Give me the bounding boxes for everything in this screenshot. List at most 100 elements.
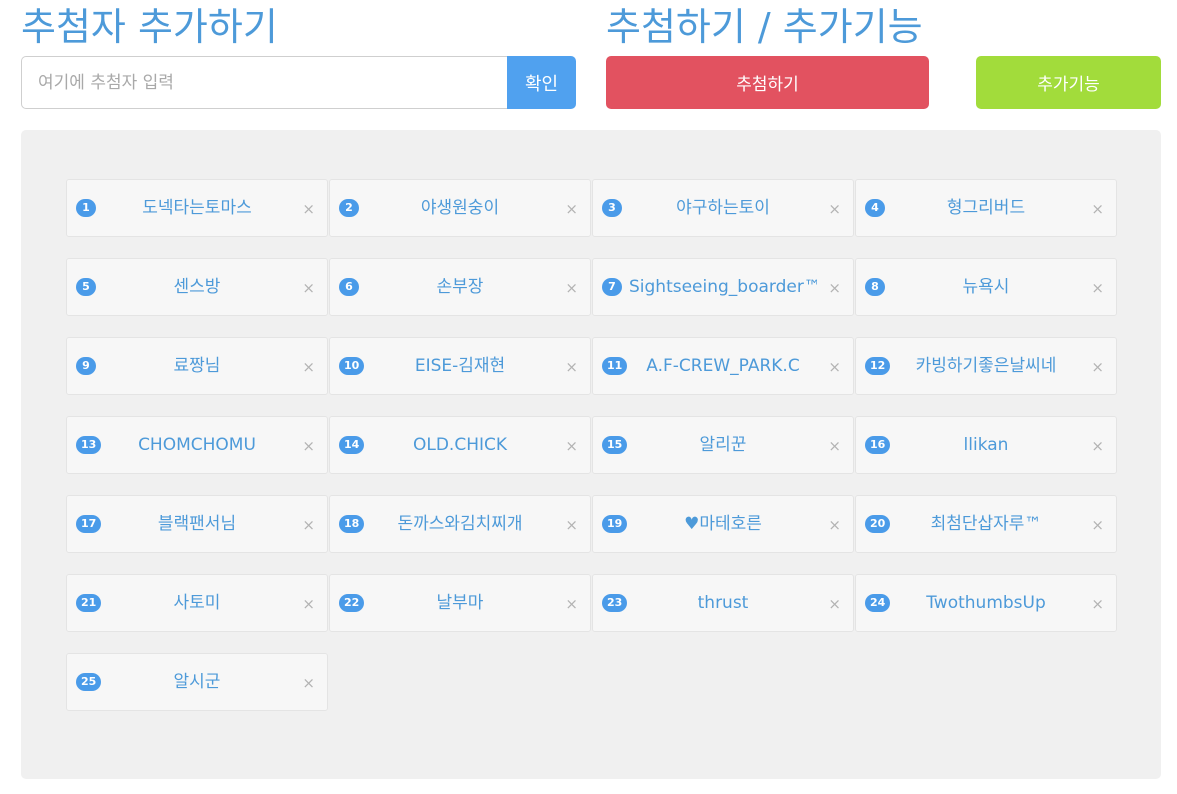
participant-name: 형그리버드 [946, 198, 1026, 218]
participant-name: 야구하는토이 [676, 198, 770, 218]
participant-number-badge: 18 [339, 515, 365, 533]
participant-name: 료짱님 [173, 356, 221, 376]
participant-card: 21 사토미 × [66, 574, 328, 632]
remove-participant-icon[interactable]: × [565, 517, 578, 533]
participant-number-badge: 22 [339, 594, 365, 612]
participant-number-badge: 25 [76, 673, 102, 691]
participant-card: 2 야생원숭이 × [329, 179, 591, 237]
remove-participant-icon[interactable]: × [1091, 280, 1104, 296]
participant-number-badge: 16 [865, 436, 891, 454]
remove-participant-icon[interactable]: × [1091, 201, 1104, 217]
remove-participant-icon[interactable]: × [565, 280, 578, 296]
participant-card: 22 날부마 × [329, 574, 591, 632]
remove-participant-icon[interactable]: × [1091, 517, 1104, 533]
participant-name: 야생원숭이 [420, 198, 500, 218]
participant-number-badge: 5 [76, 278, 96, 296]
remove-participant-icon[interactable]: × [1091, 359, 1104, 375]
participant-card: 7 Sightseeing_boarder™ × [592, 258, 854, 316]
participant-number-badge: 12 [865, 357, 891, 375]
add-participant-heading: 추첨자 추가하기 [21, 5, 278, 49]
remove-participant-icon[interactable]: × [828, 201, 841, 217]
participant-name: A.F-CREW_PARK.C [646, 356, 800, 376]
participant-name: 뉴욕시 [962, 277, 1010, 297]
confirm-button[interactable]: 확인 [507, 56, 576, 109]
participant-name: Sightseeing_boarder™ [629, 277, 817, 297]
participant-card: 5 센스방 × [66, 258, 328, 316]
participant-number-badge: 4 [865, 199, 885, 217]
participant-name: 최첨단삽자루™ [930, 514, 1042, 534]
participant-card: 17 블랙팬서님 × [66, 495, 328, 553]
participant-name: 카빙하기좋은날씨네 [915, 356, 1057, 376]
participant-name: TwothumbsUp [926, 593, 1046, 613]
remove-participant-icon[interactable]: × [828, 359, 841, 375]
participant-number-badge: 10 [339, 357, 365, 375]
participant-number-badge: 17 [76, 515, 102, 533]
participant-name: llikan [963, 435, 1009, 455]
participant-name: 블랙팬서님 [157, 514, 237, 534]
participant-card: 18 돈까스와김치찌개 × [329, 495, 591, 553]
remove-participant-icon[interactable]: × [828, 596, 841, 612]
participant-list: 1 도넥타는토마스 × 2 야생원숭이 × 3 야구하는토이 × 4 형그리버드 × 5 센스방 × 6 손부장… [66, 179, 1117, 711]
remove-participant-icon[interactable]: × [828, 517, 841, 533]
remove-participant-icon[interactable]: × [565, 359, 578, 375]
participant-number-badge: 1 [76, 199, 96, 217]
participant-name: OLD.CHICK [412, 435, 508, 455]
participant-card: 9 료짱님 × [66, 337, 328, 395]
remove-participant-icon[interactable]: × [302, 596, 315, 612]
participant-number-badge: 14 [339, 436, 365, 454]
remove-participant-icon[interactable]: × [302, 201, 315, 217]
participant-card: 25 알시군 × [66, 653, 328, 711]
participant-card: 6 손부장 × [329, 258, 591, 316]
participant-card: 8 뉴욕시 × [855, 258, 1117, 316]
remove-participant-icon[interactable]: × [302, 280, 315, 296]
participant-card: 14 OLD.CHICK × [329, 416, 591, 474]
participant-number-badge: 24 [865, 594, 891, 612]
extra-features-button[interactable]: 추가기능 [976, 56, 1161, 109]
participant-name: 알시군 [173, 672, 221, 692]
participant-name: 날부마 [436, 593, 484, 613]
participant-name: ♥마테호른 [684, 514, 762, 534]
participant-card: 1 도넥타는토마스 × [66, 179, 328, 237]
participant-number-badge: 11 [602, 357, 628, 375]
remove-participant-icon[interactable]: × [302, 359, 315, 375]
draw-heading: 추첨하기 / 추가기능 [606, 5, 923, 49]
participant-name-input[interactable] [21, 56, 507, 109]
participant-name: 돈까스와김치찌개 [397, 514, 523, 534]
draw-button[interactable]: 추첨하기 [606, 56, 929, 109]
participant-number-badge: 20 [865, 515, 891, 533]
remove-participant-icon[interactable]: × [302, 438, 315, 454]
participant-name: 손부장 [436, 277, 484, 297]
participant-name: thrust [697, 593, 749, 613]
remove-participant-icon[interactable]: × [302, 675, 315, 691]
participant-name: 도넥타는토마스 [142, 198, 252, 218]
participant-card: 3 야구하는토이 × [592, 179, 854, 237]
participant-card: 12 카빙하기좋은날씨네 × [855, 337, 1117, 395]
participant-name: 사토미 [173, 593, 221, 613]
remove-participant-icon[interactable]: × [565, 596, 578, 612]
participant-card: 15 알리꾼 × [592, 416, 854, 474]
remove-participant-icon[interactable]: × [1091, 438, 1104, 454]
participant-number-badge: 23 [602, 594, 628, 612]
remove-participant-icon[interactable]: × [828, 438, 841, 454]
app-root: 추첨자 추가하기 추첨하기 / 추가기능 확인 추첨하기 추가기능 1 도넥타는토… [0, 0, 1177, 794]
remove-participant-icon[interactable]: × [565, 201, 578, 217]
participant-card: 10 EISE-김재현 × [329, 337, 591, 395]
participant-number-badge: 21 [76, 594, 102, 612]
participant-name: 센스방 [173, 277, 221, 297]
participant-number-badge: 2 [339, 199, 359, 217]
participant-card: 16 llikan × [855, 416, 1117, 474]
participant-name: 알리꾼 [699, 435, 747, 455]
remove-participant-icon[interactable]: × [565, 438, 578, 454]
add-participant-form: 확인 [21, 56, 576, 109]
participant-card: 11 A.F-CREW_PARK.C × [592, 337, 854, 395]
participant-number-badge: 8 [865, 278, 885, 296]
remove-participant-icon[interactable]: × [828, 280, 841, 296]
participant-number-badge: 19 [602, 515, 628, 533]
participant-number-badge: 3 [602, 199, 622, 217]
participant-name: EISE-김재현 [414, 356, 506, 376]
participant-card: 24 TwothumbsUp × [855, 574, 1117, 632]
participant-card: 13 CHOMCHOMU × [66, 416, 328, 474]
remove-participant-icon[interactable]: × [1091, 596, 1104, 612]
participant-panel: 1 도넥타는토마스 × 2 야생원숭이 × 3 야구하는토이 × 4 형그리버드 × 5 센스방 × 6 손부장… [21, 130, 1161, 779]
remove-participant-icon[interactable]: × [302, 517, 315, 533]
